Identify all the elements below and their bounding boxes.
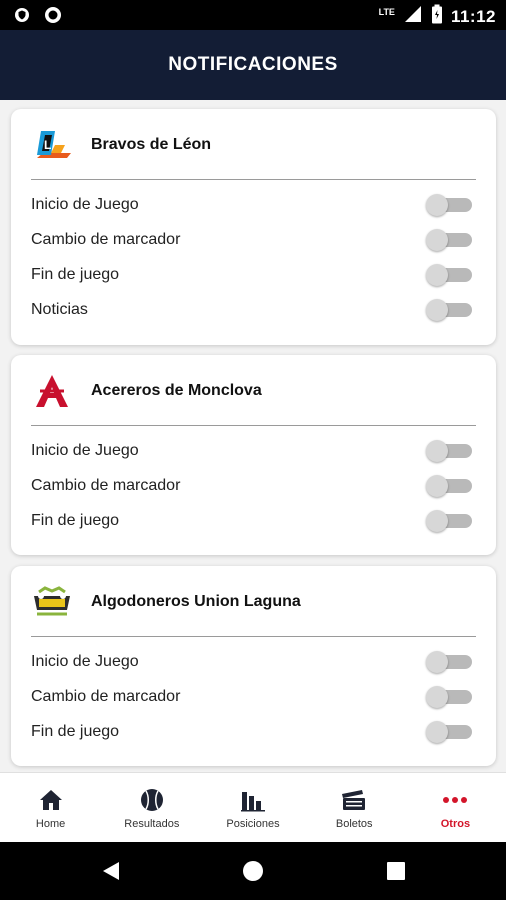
nav-label: Resultados: [124, 817, 180, 830]
nav-item-posiciones[interactable]: Posiciones: [202, 773, 303, 842]
bar-chart-icon: [240, 786, 266, 814]
toggle-switch[interactable]: [426, 685, 472, 709]
tickets-icon: [340, 786, 368, 814]
row-label: Fin de juego: [31, 511, 120, 529]
nav-label: Otros: [440, 817, 471, 830]
notification-row-fin: Fin de juego: [11, 503, 496, 538]
status-bar: LTE 11:12: [0, 0, 506, 30]
divider: [31, 636, 476, 637]
team-name: Algodoneros Union Laguna: [91, 593, 301, 610]
team-name: Acereros de Monclova: [91, 382, 262, 399]
row-label: Cambio de marcador: [31, 476, 181, 494]
row-label: Cambio de marcador: [31, 687, 181, 705]
nav-item-otros[interactable]: Otros: [405, 773, 506, 842]
row-label: Fin de juego: [31, 722, 120, 740]
notification-list[interactable]: L Bravos de Léon Inicio de Juego Cambio …: [0, 100, 506, 772]
toggle-switch[interactable]: [426, 228, 472, 252]
home-circle-icon[interactable]: [242, 860, 264, 887]
row-label: Inicio de Juego: [31, 441, 139, 459]
notification-row-cambio: Cambio de marcador: [11, 468, 496, 503]
toggle-switch[interactable]: [426, 298, 472, 322]
system-navigation-bar: [0, 842, 506, 900]
nav-label: Boletos: [335, 817, 373, 830]
status-time: 11:12: [450, 6, 496, 26]
battery-icon: [431, 4, 443, 29]
notification-row-fin: Fin de juego: [11, 257, 496, 292]
row-label: Noticias: [31, 300, 88, 318]
nav-item-boletos[interactable]: Boletos: [304, 773, 405, 842]
team-card-algodoneros: Algodoneros Union Laguna Inicio de Juego…: [11, 566, 496, 766]
toggle-switch[interactable]: [426, 474, 472, 498]
bravos-logo-icon: L: [31, 124, 73, 166]
row-label: Inicio de Juego: [31, 652, 139, 670]
divider: [31, 179, 476, 180]
algodoneros-logo-icon: [31, 581, 73, 623]
toggle-switch[interactable]: [426, 263, 472, 287]
more-dots-icon: [442, 786, 468, 814]
baseball-icon: [139, 786, 165, 814]
toggle-switch[interactable]: [426, 193, 472, 217]
back-icon[interactable]: [100, 860, 122, 887]
notification-row-cambio: Cambio de marcador: [11, 222, 496, 257]
team-card-header: Algodoneros Union Laguna: [31, 566, 301, 638]
team-name: Bravos de Léon: [91, 136, 212, 153]
svg-text:L: L: [44, 138, 51, 152]
toggle-switch[interactable]: [426, 720, 472, 744]
row-label: Fin de juego: [31, 265, 120, 283]
notification-row-noticias: Noticias: [11, 292, 496, 327]
home-icon: [38, 786, 64, 814]
notification-row-cambio: Cambio de marcador: [11, 679, 496, 714]
nav-label: Home: [35, 817, 66, 830]
signal-icon: [403, 4, 423, 29]
divider: [31, 425, 476, 426]
circle-notification-icon: [44, 6, 62, 29]
team-card-header: L Bravos de Léon: [31, 109, 211, 181]
row-label: Cambio de marcador: [31, 230, 181, 248]
nav-item-resultados[interactable]: Resultados: [101, 773, 202, 842]
team-card-acereros: Acereros de Monclova Inicio de Juego Cam…: [11, 355, 496, 555]
team-card-header: Acereros de Monclova: [31, 355, 262, 427]
recents-icon[interactable]: [386, 861, 406, 886]
network-type: LTE: [378, 6, 395, 17]
team-card-bravos: L Bravos de Léon Inicio de Juego Cambio …: [11, 109, 496, 345]
notification-row-inicio: Inicio de Juego: [11, 433, 496, 468]
notification-row-inicio: Inicio de Juego: [11, 187, 496, 222]
toggle-switch[interactable]: [426, 650, 472, 674]
acereros-logo-icon: [31, 370, 73, 412]
nav-item-home[interactable]: Home: [0, 773, 101, 842]
shield-notification-icon: [14, 7, 30, 28]
notification-row-fin: Fin de juego: [11, 714, 496, 749]
nav-label: Posiciones: [226, 817, 280, 830]
notification-row-inicio: Inicio de Juego: [11, 644, 496, 679]
toggle-switch[interactable]: [426, 439, 472, 463]
app-header: NOTIFICACIONES: [0, 30, 506, 100]
row-label: Inicio de Juego: [31, 195, 139, 213]
toggle-switch[interactable]: [426, 509, 472, 533]
page-title: NOTIFICACIONES: [168, 54, 338, 75]
bottom-navigation: Home Resultados Posiciones Boletos Otros: [0, 772, 506, 842]
